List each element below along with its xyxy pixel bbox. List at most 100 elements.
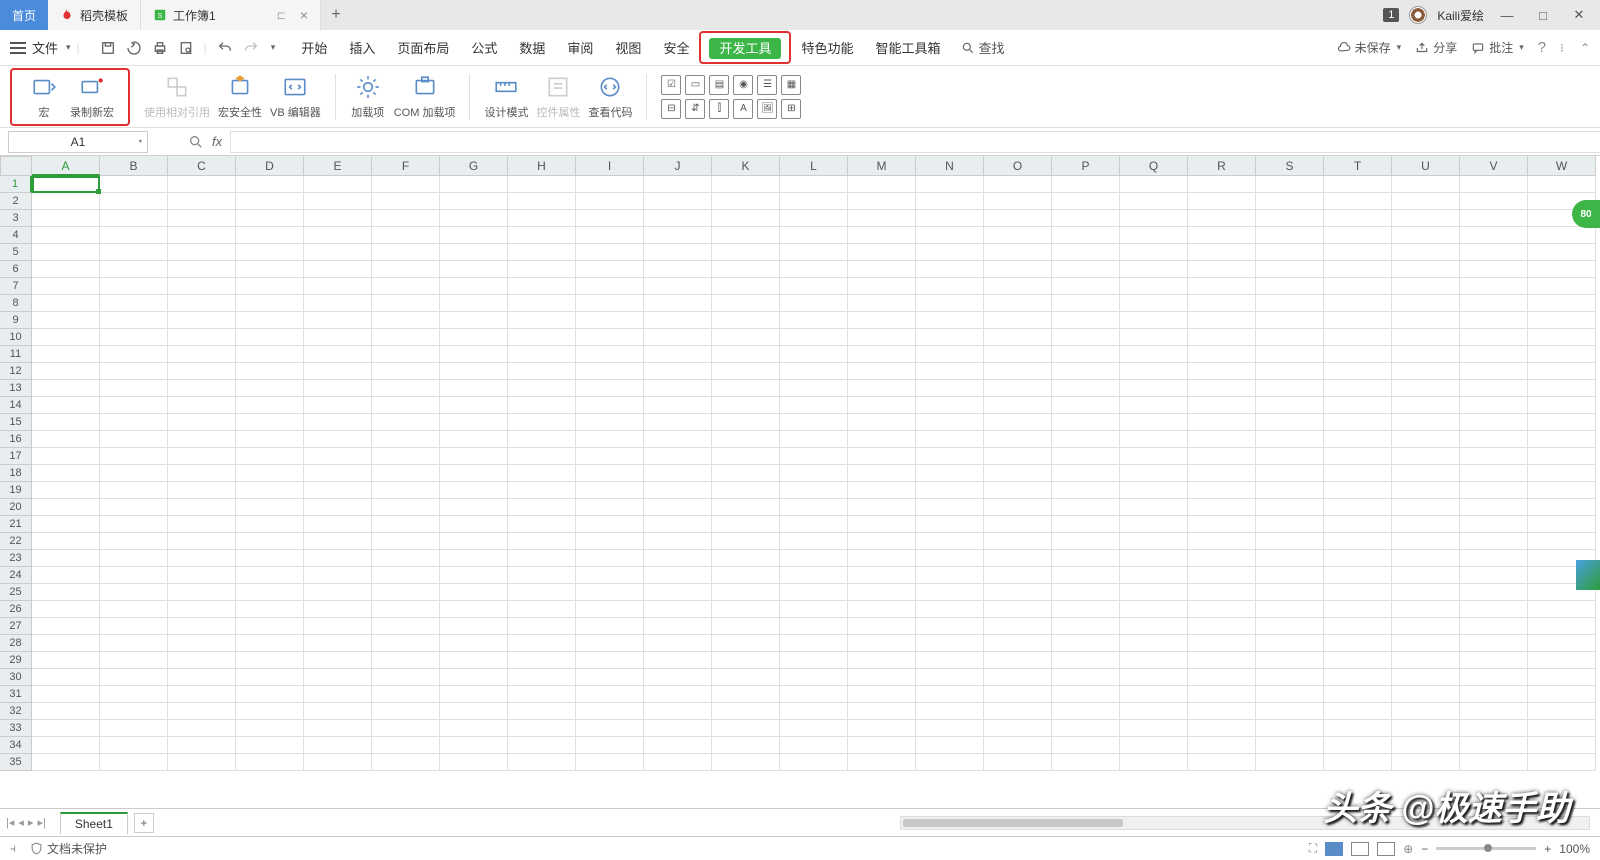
cell[interactable] bbox=[168, 754, 236, 771]
row-header[interactable]: 19 bbox=[0, 482, 32, 499]
cell[interactable] bbox=[1528, 278, 1596, 295]
cell[interactable] bbox=[508, 669, 576, 686]
cell[interactable] bbox=[1392, 482, 1460, 499]
cell[interactable] bbox=[916, 567, 984, 584]
cell[interactable] bbox=[100, 295, 168, 312]
cell[interactable] bbox=[984, 584, 1052, 601]
label-control-icon[interactable]: A bbox=[733, 99, 753, 119]
cell[interactable] bbox=[1460, 550, 1528, 567]
cell[interactable] bbox=[984, 431, 1052, 448]
cell[interactable] bbox=[236, 737, 304, 754]
cell[interactable] bbox=[1324, 499, 1392, 516]
cell[interactable] bbox=[712, 669, 780, 686]
cell[interactable] bbox=[1324, 278, 1392, 295]
cell[interactable] bbox=[1052, 533, 1120, 550]
cell[interactable] bbox=[1052, 618, 1120, 635]
row-header[interactable]: 23 bbox=[0, 550, 32, 567]
row-header[interactable]: 9 bbox=[0, 312, 32, 329]
cell[interactable] bbox=[1052, 397, 1120, 414]
cell[interactable] bbox=[1460, 295, 1528, 312]
cell[interactable] bbox=[644, 244, 712, 261]
cell[interactable] bbox=[304, 652, 372, 669]
cell[interactable] bbox=[236, 686, 304, 703]
cell[interactable] bbox=[712, 312, 780, 329]
cell[interactable] bbox=[1052, 499, 1120, 516]
cell[interactable] bbox=[984, 346, 1052, 363]
fullscreen-icon[interactable]: ⛶ bbox=[1309, 841, 1317, 856]
cell[interactable] bbox=[848, 669, 916, 686]
cell[interactable] bbox=[1120, 550, 1188, 567]
cell[interactable] bbox=[236, 261, 304, 278]
cell[interactable] bbox=[1188, 635, 1256, 652]
cell[interactable] bbox=[1324, 448, 1392, 465]
cell[interactable] bbox=[1052, 652, 1120, 669]
cell[interactable] bbox=[32, 363, 100, 380]
cell[interactable] bbox=[1460, 584, 1528, 601]
cell[interactable] bbox=[372, 312, 440, 329]
cell[interactable] bbox=[712, 652, 780, 669]
toggle-control-icon[interactable]: ⊟ bbox=[661, 99, 681, 119]
cell[interactable] bbox=[372, 499, 440, 516]
cell[interactable] bbox=[1528, 431, 1596, 448]
cell[interactable] bbox=[100, 431, 168, 448]
cell[interactable] bbox=[1392, 754, 1460, 771]
cell[interactable] bbox=[100, 278, 168, 295]
cell[interactable] bbox=[1460, 346, 1528, 363]
cell[interactable] bbox=[1460, 176, 1528, 193]
tab-workbook[interactable]: S 工作簿1 ⊏ × bbox=[141, 0, 321, 30]
cell[interactable] bbox=[1392, 635, 1460, 652]
cell[interactable] bbox=[168, 516, 236, 533]
cell[interactable] bbox=[440, 567, 508, 584]
cell[interactable] bbox=[372, 414, 440, 431]
cell[interactable] bbox=[1460, 754, 1528, 771]
cell[interactable] bbox=[1120, 584, 1188, 601]
cell[interactable] bbox=[304, 482, 372, 499]
cell[interactable] bbox=[576, 465, 644, 482]
cell[interactable] bbox=[712, 482, 780, 499]
cell[interactable] bbox=[1188, 176, 1256, 193]
cell[interactable] bbox=[508, 720, 576, 737]
view-code-button[interactable]: 查看代码 bbox=[588, 74, 632, 120]
cell[interactable] bbox=[100, 737, 168, 754]
row-header[interactable]: 7 bbox=[0, 278, 32, 295]
comment-button[interactable]: 批注▾ bbox=[1471, 39, 1524, 56]
cell[interactable] bbox=[848, 210, 916, 227]
cell[interactable] bbox=[372, 380, 440, 397]
macro-button[interactable]: 宏 bbox=[26, 74, 62, 120]
cell[interactable] bbox=[848, 278, 916, 295]
cell[interactable] bbox=[644, 567, 712, 584]
cell[interactable] bbox=[372, 193, 440, 210]
cell[interactable] bbox=[1188, 618, 1256, 635]
cell[interactable] bbox=[508, 703, 576, 720]
cell[interactable] bbox=[576, 618, 644, 635]
cell[interactable] bbox=[1256, 686, 1324, 703]
cell[interactable] bbox=[372, 601, 440, 618]
cell[interactable] bbox=[304, 346, 372, 363]
cell[interactable] bbox=[32, 244, 100, 261]
col-header[interactable]: G bbox=[440, 156, 508, 176]
cell[interactable] bbox=[916, 312, 984, 329]
cell[interactable] bbox=[100, 193, 168, 210]
cell[interactable] bbox=[1188, 533, 1256, 550]
normal-view-button[interactable] bbox=[1325, 842, 1343, 856]
col-header[interactable]: E bbox=[304, 156, 372, 176]
cell[interactable] bbox=[1188, 516, 1256, 533]
cell[interactable] bbox=[1256, 533, 1324, 550]
cell[interactable] bbox=[304, 210, 372, 227]
row-header[interactable]: 3 bbox=[0, 210, 32, 227]
cell[interactable] bbox=[1188, 448, 1256, 465]
cell[interactable] bbox=[304, 295, 372, 312]
close-icon[interactable]: × bbox=[300, 7, 308, 23]
record-macro-button[interactable]: 录制新宏 bbox=[70, 74, 114, 120]
cell[interactable] bbox=[984, 737, 1052, 754]
column-headers[interactable]: ABCDEFGHIJKLMNOPQRSTUVW bbox=[32, 156, 1600, 176]
col-header[interactable]: P bbox=[1052, 156, 1120, 176]
cell[interactable] bbox=[1528, 227, 1596, 244]
cell[interactable] bbox=[1324, 227, 1392, 244]
cell[interactable] bbox=[440, 193, 508, 210]
cell[interactable] bbox=[168, 550, 236, 567]
col-header[interactable]: N bbox=[916, 156, 984, 176]
cell[interactable] bbox=[848, 618, 916, 635]
cell[interactable] bbox=[236, 312, 304, 329]
cell[interactable] bbox=[848, 482, 916, 499]
